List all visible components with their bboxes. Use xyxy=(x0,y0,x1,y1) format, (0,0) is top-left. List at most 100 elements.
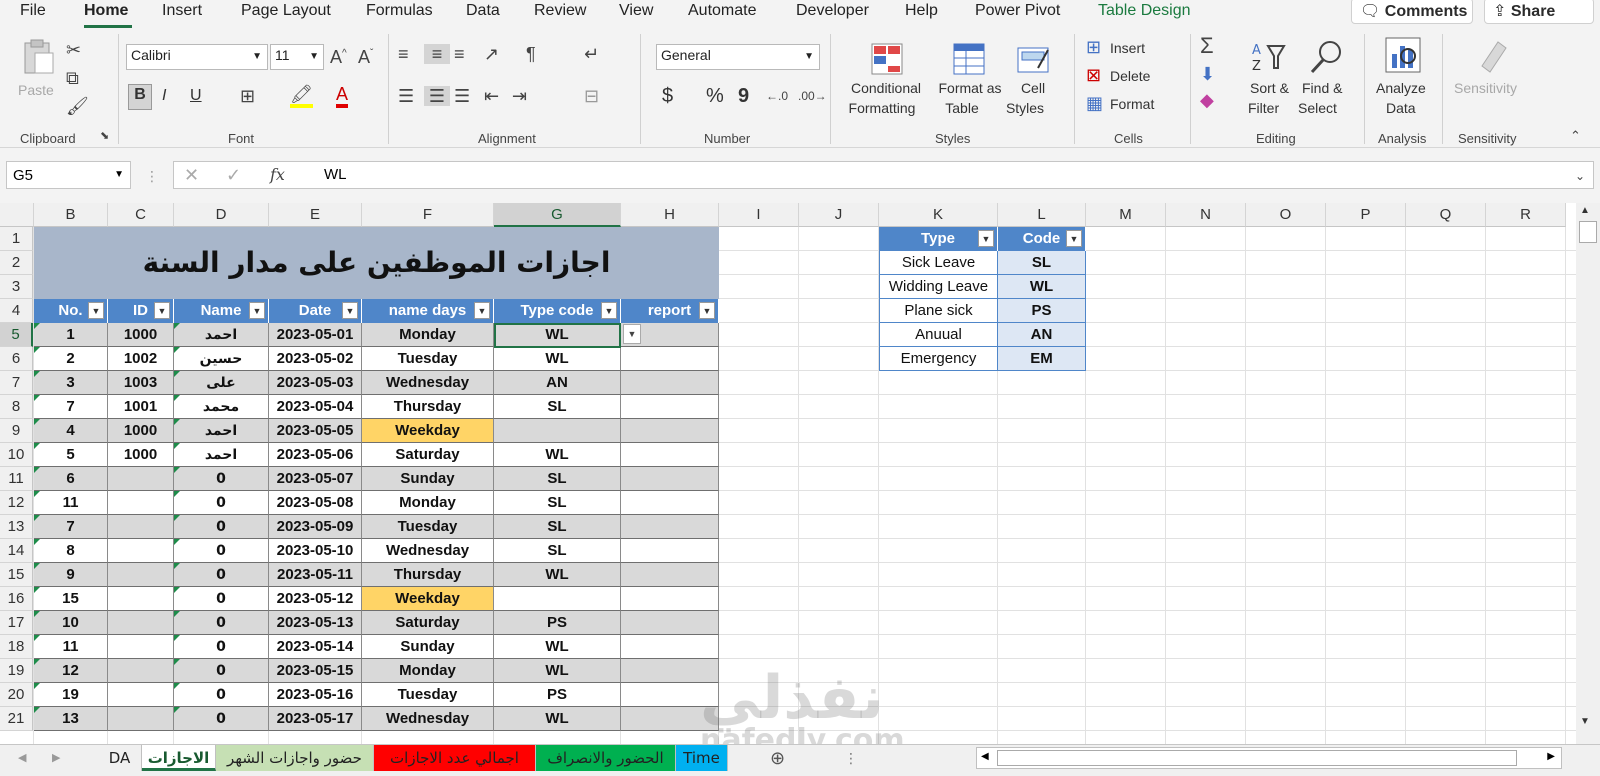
cell-day[interactable]: Thursday xyxy=(362,563,494,587)
lookup-type-cell[interactable]: Emergency xyxy=(879,347,998,371)
cell-no[interactable]: 11 xyxy=(34,635,108,659)
cell-name[interactable]: 0 xyxy=(174,683,269,707)
cell-day[interactable]: Tuesday xyxy=(362,347,494,371)
cell-no[interactable]: 4 xyxy=(34,419,108,443)
cell-date[interactable]: 2023-05-04 xyxy=(269,395,362,419)
scroll-thumb[interactable] xyxy=(1579,221,1597,243)
cell-styles-icon[interactable] xyxy=(1014,40,1052,78)
add-sheet-icon[interactable]: ⊕ xyxy=(770,748,785,768)
align-left-icon[interactable]: ☰ xyxy=(398,86,414,106)
cell-date[interactable]: 2023-05-16 xyxy=(269,683,362,707)
cell-name[interactable]: احمد xyxy=(174,419,269,443)
lookup-header-type[interactable]: Type ▼ xyxy=(879,227,998,251)
cell-report[interactable] xyxy=(621,611,719,635)
cell-name[interactable]: 0 xyxy=(174,659,269,683)
currency-button[interactable]: $ xyxy=(662,86,673,106)
row-header[interactable]: 18 xyxy=(0,635,33,659)
sheet-title[interactable]: اجازات الموظفين على مدار السنة xyxy=(34,227,719,299)
row-header[interactable]: 12 xyxy=(0,491,33,515)
cell-report[interactable] xyxy=(621,371,719,395)
cell-type-code[interactable]: WL xyxy=(494,443,621,467)
bold-button[interactable]: B xyxy=(128,84,152,110)
cell-day[interactable]: Thursday xyxy=(362,395,494,419)
cell-id[interactable] xyxy=(108,611,174,635)
cell-type-code[interactable]: SL xyxy=(494,539,621,563)
row-header[interactable]: 19 xyxy=(0,659,33,683)
comma-style-button[interactable]: 9 xyxy=(738,86,749,106)
sheet-tab[interactable]: Time xyxy=(676,745,728,771)
cell-date[interactable]: 2023-05-02 xyxy=(269,347,362,371)
orientation-icon[interactable]: ↗ xyxy=(484,44,499,64)
column-header[interactable]: C xyxy=(108,203,174,227)
cell-no[interactable]: 10 xyxy=(34,611,108,635)
tab-table-design[interactable]: Table Design xyxy=(1098,2,1191,20)
header-id[interactable]: ID ▼ xyxy=(108,299,174,323)
sensitivity-icon[interactable] xyxy=(1474,36,1512,74)
column-header[interactable]: E xyxy=(269,203,362,227)
row-header[interactable]: 7 xyxy=(0,371,33,395)
row-header[interactable]: 1 xyxy=(0,227,33,251)
filter-dropdown-icon[interactable]: ▼ xyxy=(154,302,170,319)
cell-name[interactable]: حسين xyxy=(174,347,269,371)
fill-icon[interactable]: ⬇ xyxy=(1200,64,1215,84)
paste-icon[interactable] xyxy=(18,38,56,76)
delete-cells-icon[interactable]: ⊠ xyxy=(1086,65,1101,85)
cell-day[interactable]: Wednesday xyxy=(362,707,494,731)
find-select-icon[interactable] xyxy=(1308,38,1346,76)
cell-day[interactable]: Monday xyxy=(362,323,494,347)
lookup-type-cell[interactable]: Widding Leave xyxy=(879,275,998,299)
increase-indent-icon[interactable]: ⇥ xyxy=(512,86,527,106)
scroll-right-icon[interactable]: ▶ xyxy=(1547,751,1555,762)
tab-insert[interactable]: Insert xyxy=(162,2,202,20)
cell-type-code[interactable]: SL xyxy=(494,395,621,419)
cell-type-code[interactable]: SL xyxy=(494,515,621,539)
column-header[interactable]: F xyxy=(362,203,494,227)
cell-report[interactable] xyxy=(621,563,719,587)
cell-report[interactable] xyxy=(621,395,719,419)
scroll-up-icon[interactable]: ▲ xyxy=(1580,205,1590,216)
fill-color-icon[interactable]: 🖍 xyxy=(290,84,313,108)
cell-id[interactable] xyxy=(108,467,174,491)
tab-data[interactable]: Data xyxy=(466,2,500,20)
cell-report[interactable] xyxy=(621,467,719,491)
cell-type-code[interactable]: SL xyxy=(494,491,621,515)
italic-button[interactable]: I xyxy=(162,86,166,106)
sheet-tab[interactable]: الحضور والانصراف xyxy=(536,745,676,771)
column-header[interactable]: B xyxy=(34,203,108,227)
cell-type-code[interactable]: WL xyxy=(494,347,621,371)
row-header[interactable]: 3 xyxy=(0,275,33,299)
cell-id[interactable] xyxy=(108,635,174,659)
tab-file[interactable]: File xyxy=(20,2,46,20)
row-header[interactable]: 2 xyxy=(0,251,33,275)
cell-date[interactable]: 2023-05-17 xyxy=(269,707,362,731)
lookup-code-cell[interactable]: AN xyxy=(998,323,1086,347)
cell-id[interactable] xyxy=(108,659,174,683)
column-header[interactable]: O xyxy=(1246,203,1326,227)
cell-date[interactable]: 2023-05-10 xyxy=(269,539,362,563)
cancel-icon[interactable]: ✕ xyxy=(184,165,199,185)
lookup-code-cell[interactable]: PS xyxy=(998,299,1086,323)
tab-view[interactable]: View xyxy=(619,2,653,20)
cell-date[interactable]: 2023-05-13 xyxy=(269,611,362,635)
rtl-icon[interactable]: ¶ xyxy=(526,44,536,64)
column-header[interactable]: N xyxy=(1166,203,1246,227)
row-header[interactable]: 9 xyxy=(0,419,33,443)
next-sheet-icon[interactable]: ▶ xyxy=(52,748,60,768)
cell-date[interactable]: 2023-05-11 xyxy=(269,563,362,587)
more-options-icon[interactable]: ⋮ xyxy=(844,748,858,768)
decrease-indent-icon[interactable]: ⇤ xyxy=(484,86,499,106)
row-header[interactable]: 6 xyxy=(0,347,33,371)
cell-date[interactable]: 2023-05-14 xyxy=(269,635,362,659)
cell-no[interactable]: 11 xyxy=(34,491,108,515)
cell-report[interactable] xyxy=(621,587,719,611)
filter-dropdown-icon[interactable]: ▼ xyxy=(699,302,715,319)
cell-name[interactable]: احمد xyxy=(174,443,269,467)
cell-date[interactable]: 2023-05-09 xyxy=(269,515,362,539)
cell-type-code[interactable]: AN xyxy=(494,371,621,395)
tab-page-layout[interactable]: Page Layout xyxy=(241,2,331,20)
cell-no[interactable]: 12 xyxy=(34,659,108,683)
row-header[interactable]: 20 xyxy=(0,683,33,707)
sort-filter-icon[interactable]: AZ xyxy=(1250,38,1288,76)
cell-date[interactable]: 2023-05-05 xyxy=(269,419,362,443)
format-painter-icon[interactable]: 🖌 xyxy=(66,96,89,116)
